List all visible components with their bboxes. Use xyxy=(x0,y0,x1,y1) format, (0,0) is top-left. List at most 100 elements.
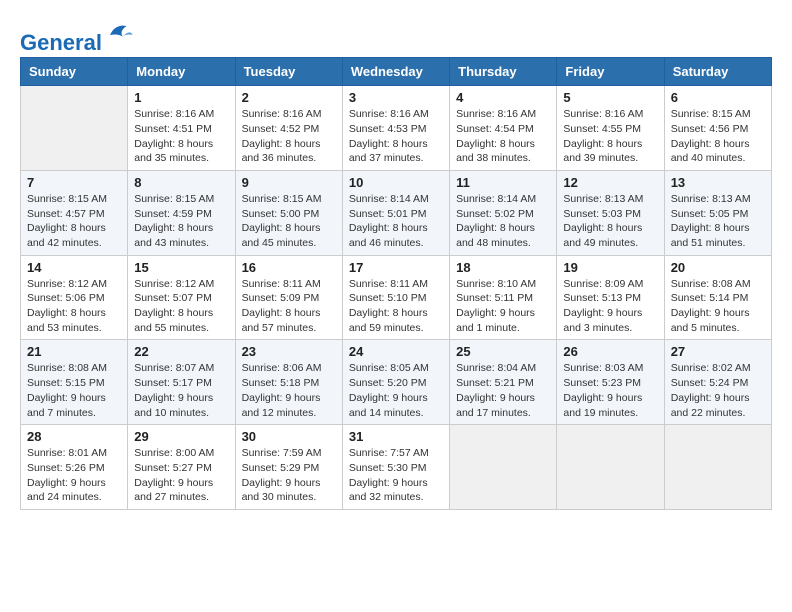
calendar-cell: 14 Sunrise: 8:12 AM Sunset: 5:06 PM Dayli… xyxy=(21,255,128,340)
day-number: 6 xyxy=(671,90,765,105)
day-number: 30 xyxy=(242,429,336,444)
calendar-cell: 2 Sunrise: 8:16 AM Sunset: 4:52 PM Daylig… xyxy=(235,86,342,171)
day-number: 1 xyxy=(134,90,228,105)
day-info: Sunrise: 8:10 AM Sunset: 5:11 PM Dayligh… xyxy=(456,277,550,336)
day-number: 20 xyxy=(671,260,765,275)
calendar-cell: 1 Sunrise: 8:16 AM Sunset: 4:51 PM Daylig… xyxy=(128,86,235,171)
calendar-cell: 11 Sunrise: 8:14 AM Sunset: 5:02 PM Dayli… xyxy=(450,170,557,255)
day-number: 13 xyxy=(671,175,765,190)
day-info: Sunrise: 8:09 AM Sunset: 5:13 PM Dayligh… xyxy=(563,277,657,336)
calendar-cell: 10 Sunrise: 8:14 AM Sunset: 5:01 PM Dayli… xyxy=(342,170,449,255)
day-info: Sunrise: 8:11 AM Sunset: 5:09 PM Dayligh… xyxy=(242,277,336,336)
day-info: Sunrise: 8:15 AM Sunset: 4:59 PM Dayligh… xyxy=(134,192,228,251)
day-number: 24 xyxy=(349,344,443,359)
day-info: Sunrise: 8:08 AM Sunset: 5:14 PM Dayligh… xyxy=(671,277,765,336)
day-info: Sunrise: 8:02 AM Sunset: 5:24 PM Dayligh… xyxy=(671,361,765,420)
calendar-table: SundayMondayTuesdayWednesdayThursdayFrid… xyxy=(20,57,772,510)
calendar-cell: 28 Sunrise: 8:01 AM Sunset: 5:26 PM Dayli… xyxy=(21,425,128,510)
calendar-cell: 25Sunrise: 8:04 AM Sunset: 5:21 PM Dayli… xyxy=(450,340,557,425)
calendar-week-3: 14 Sunrise: 8:12 AM Sunset: 5:06 PM Dayli… xyxy=(21,255,772,340)
day-number: 27 xyxy=(671,344,765,359)
day-info: Sunrise: 8:05 AM Sunset: 5:20 PM Dayligh… xyxy=(349,361,443,420)
calendar-cell: 21Sunrise: 8:08 AM Sunset: 5:15 PM Dayli… xyxy=(21,340,128,425)
calendar-cell: 18 Sunrise: 8:10 AM Sunset: 5:11 PM Dayli… xyxy=(450,255,557,340)
calendar-cell: 20 Sunrise: 8:08 AM Sunset: 5:14 PM Dayli… xyxy=(664,255,771,340)
calendar-cell: 19 Sunrise: 8:09 AM Sunset: 5:13 PM Dayli… xyxy=(557,255,664,340)
weekday-header-monday: Monday xyxy=(128,58,235,86)
day-number: 9 xyxy=(242,175,336,190)
day-info: Sunrise: 8:12 AM Sunset: 5:06 PM Dayligh… xyxy=(27,277,121,336)
day-number: 23 xyxy=(242,344,336,359)
calendar-cell xyxy=(21,86,128,171)
day-number: 26 xyxy=(563,344,657,359)
day-number: 7 xyxy=(27,175,121,190)
day-number: 12 xyxy=(563,175,657,190)
day-number: 4 xyxy=(456,90,550,105)
day-info: Sunrise: 8:03 AM Sunset: 5:23 PM Dayligh… xyxy=(563,361,657,420)
day-info: Sunrise: 8:13 AM Sunset: 5:05 PM Dayligh… xyxy=(671,192,765,251)
calendar-week-5: 28 Sunrise: 8:01 AM Sunset: 5:26 PM Dayli… xyxy=(21,425,772,510)
day-info: Sunrise: 7:59 AM Sunset: 5:29 PM Dayligh… xyxy=(242,446,336,505)
day-number: 31 xyxy=(349,429,443,444)
day-info: Sunrise: 8:00 AM Sunset: 5:27 PM Dayligh… xyxy=(134,446,228,505)
calendar-cell: 16 Sunrise: 8:11 AM Sunset: 5:09 PM Dayli… xyxy=(235,255,342,340)
calendar-header-row: SundayMondayTuesdayWednesdayThursdayFrid… xyxy=(21,58,772,86)
day-info: Sunrise: 8:15 AM Sunset: 5:00 PM Dayligh… xyxy=(242,192,336,251)
day-info: Sunrise: 8:08 AM Sunset: 5:15 PM Dayligh… xyxy=(27,361,121,420)
day-info: Sunrise: 8:12 AM Sunset: 5:07 PM Dayligh… xyxy=(134,277,228,336)
day-info: Sunrise: 8:14 AM Sunset: 5:02 PM Dayligh… xyxy=(456,192,550,251)
calendar-cell xyxy=(664,425,771,510)
day-number: 3 xyxy=(349,90,443,105)
weekday-header-wednesday: Wednesday xyxy=(342,58,449,86)
day-number: 22 xyxy=(134,344,228,359)
calendar-cell: 27 Sunrise: 8:02 AM Sunset: 5:24 PM Dayli… xyxy=(664,340,771,425)
calendar-week-2: 7 Sunrise: 8:15 AM Sunset: 4:57 PM Daylig… xyxy=(21,170,772,255)
calendar-cell: 13 Sunrise: 8:13 AM Sunset: 5:05 PM Dayli… xyxy=(664,170,771,255)
day-info: Sunrise: 8:16 AM Sunset: 4:51 PM Dayligh… xyxy=(134,107,228,166)
weekday-header-saturday: Saturday xyxy=(664,58,771,86)
day-info: Sunrise: 8:07 AM Sunset: 5:17 PM Dayligh… xyxy=(134,361,228,420)
calendar-cell: 29 Sunrise: 8:00 AM Sunset: 5:27 PM Dayli… xyxy=(128,425,235,510)
calendar-cell: 3Sunrise: 8:16 AM Sunset: 4:53 PM Daylig… xyxy=(342,86,449,171)
day-number: 14 xyxy=(27,260,121,275)
day-number: 2 xyxy=(242,90,336,105)
page-header: General xyxy=(20,20,772,47)
day-info: Sunrise: 7:57 AM Sunset: 5:30 PM Dayligh… xyxy=(349,446,443,505)
calendar-cell xyxy=(450,425,557,510)
day-info: Sunrise: 8:11 AM Sunset: 5:10 PM Dayligh… xyxy=(349,277,443,336)
day-number: 11 xyxy=(456,175,550,190)
weekday-header-sunday: Sunday xyxy=(21,58,128,86)
day-info: Sunrise: 8:14 AM Sunset: 5:01 PM Dayligh… xyxy=(349,192,443,251)
calendar-cell: 6 Sunrise: 8:15 AM Sunset: 4:56 PM Daylig… xyxy=(664,86,771,171)
calendar-week-4: 21Sunrise: 8:08 AM Sunset: 5:15 PM Dayli… xyxy=(21,340,772,425)
day-number: 28 xyxy=(27,429,121,444)
day-info: Sunrise: 8:01 AM Sunset: 5:26 PM Dayligh… xyxy=(27,446,121,505)
calendar-cell: 9 Sunrise: 8:15 AM Sunset: 5:00 PM Daylig… xyxy=(235,170,342,255)
day-number: 18 xyxy=(456,260,550,275)
calendar-week-1: 1 Sunrise: 8:16 AM Sunset: 4:51 PM Daylig… xyxy=(21,86,772,171)
calendar-cell: 22 Sunrise: 8:07 AM Sunset: 5:17 PM Dayli… xyxy=(128,340,235,425)
calendar-cell: 24 Sunrise: 8:05 AM Sunset: 5:20 PM Dayli… xyxy=(342,340,449,425)
day-info: Sunrise: 8:06 AM Sunset: 5:18 PM Dayligh… xyxy=(242,361,336,420)
calendar-cell xyxy=(557,425,664,510)
day-info: Sunrise: 8:16 AM Sunset: 4:52 PM Dayligh… xyxy=(242,107,336,166)
calendar-cell: 5Sunrise: 8:16 AM Sunset: 4:55 PM Daylig… xyxy=(557,86,664,171)
weekday-header-thursday: Thursday xyxy=(450,58,557,86)
day-info: Sunrise: 8:15 AM Sunset: 4:56 PM Dayligh… xyxy=(671,107,765,166)
day-info: Sunrise: 8:15 AM Sunset: 4:57 PM Dayligh… xyxy=(27,192,121,251)
calendar-cell: 31 Sunrise: 7:57 AM Sunset: 5:30 PM Dayli… xyxy=(342,425,449,510)
day-number: 19 xyxy=(563,260,657,275)
day-number: 16 xyxy=(242,260,336,275)
calendar-cell: 17Sunrise: 8:11 AM Sunset: 5:10 PM Dayli… xyxy=(342,255,449,340)
day-number: 29 xyxy=(134,429,228,444)
calendar-cell: 8 Sunrise: 8:15 AM Sunset: 4:59 PM Daylig… xyxy=(128,170,235,255)
day-info: Sunrise: 8:13 AM Sunset: 5:03 PM Dayligh… xyxy=(563,192,657,251)
calendar-cell: 15Sunrise: 8:12 AM Sunset: 5:07 PM Dayli… xyxy=(128,255,235,340)
day-number: 10 xyxy=(349,175,443,190)
calendar-cell: 4Sunrise: 8:16 AM Sunset: 4:54 PM Daylig… xyxy=(450,86,557,171)
calendar-cell: 26 Sunrise: 8:03 AM Sunset: 5:23 PM Dayli… xyxy=(557,340,664,425)
calendar-cell: 7 Sunrise: 8:15 AM Sunset: 4:57 PM Daylig… xyxy=(21,170,128,255)
logo: General xyxy=(20,20,134,47)
weekday-header-friday: Friday xyxy=(557,58,664,86)
day-number: 8 xyxy=(134,175,228,190)
